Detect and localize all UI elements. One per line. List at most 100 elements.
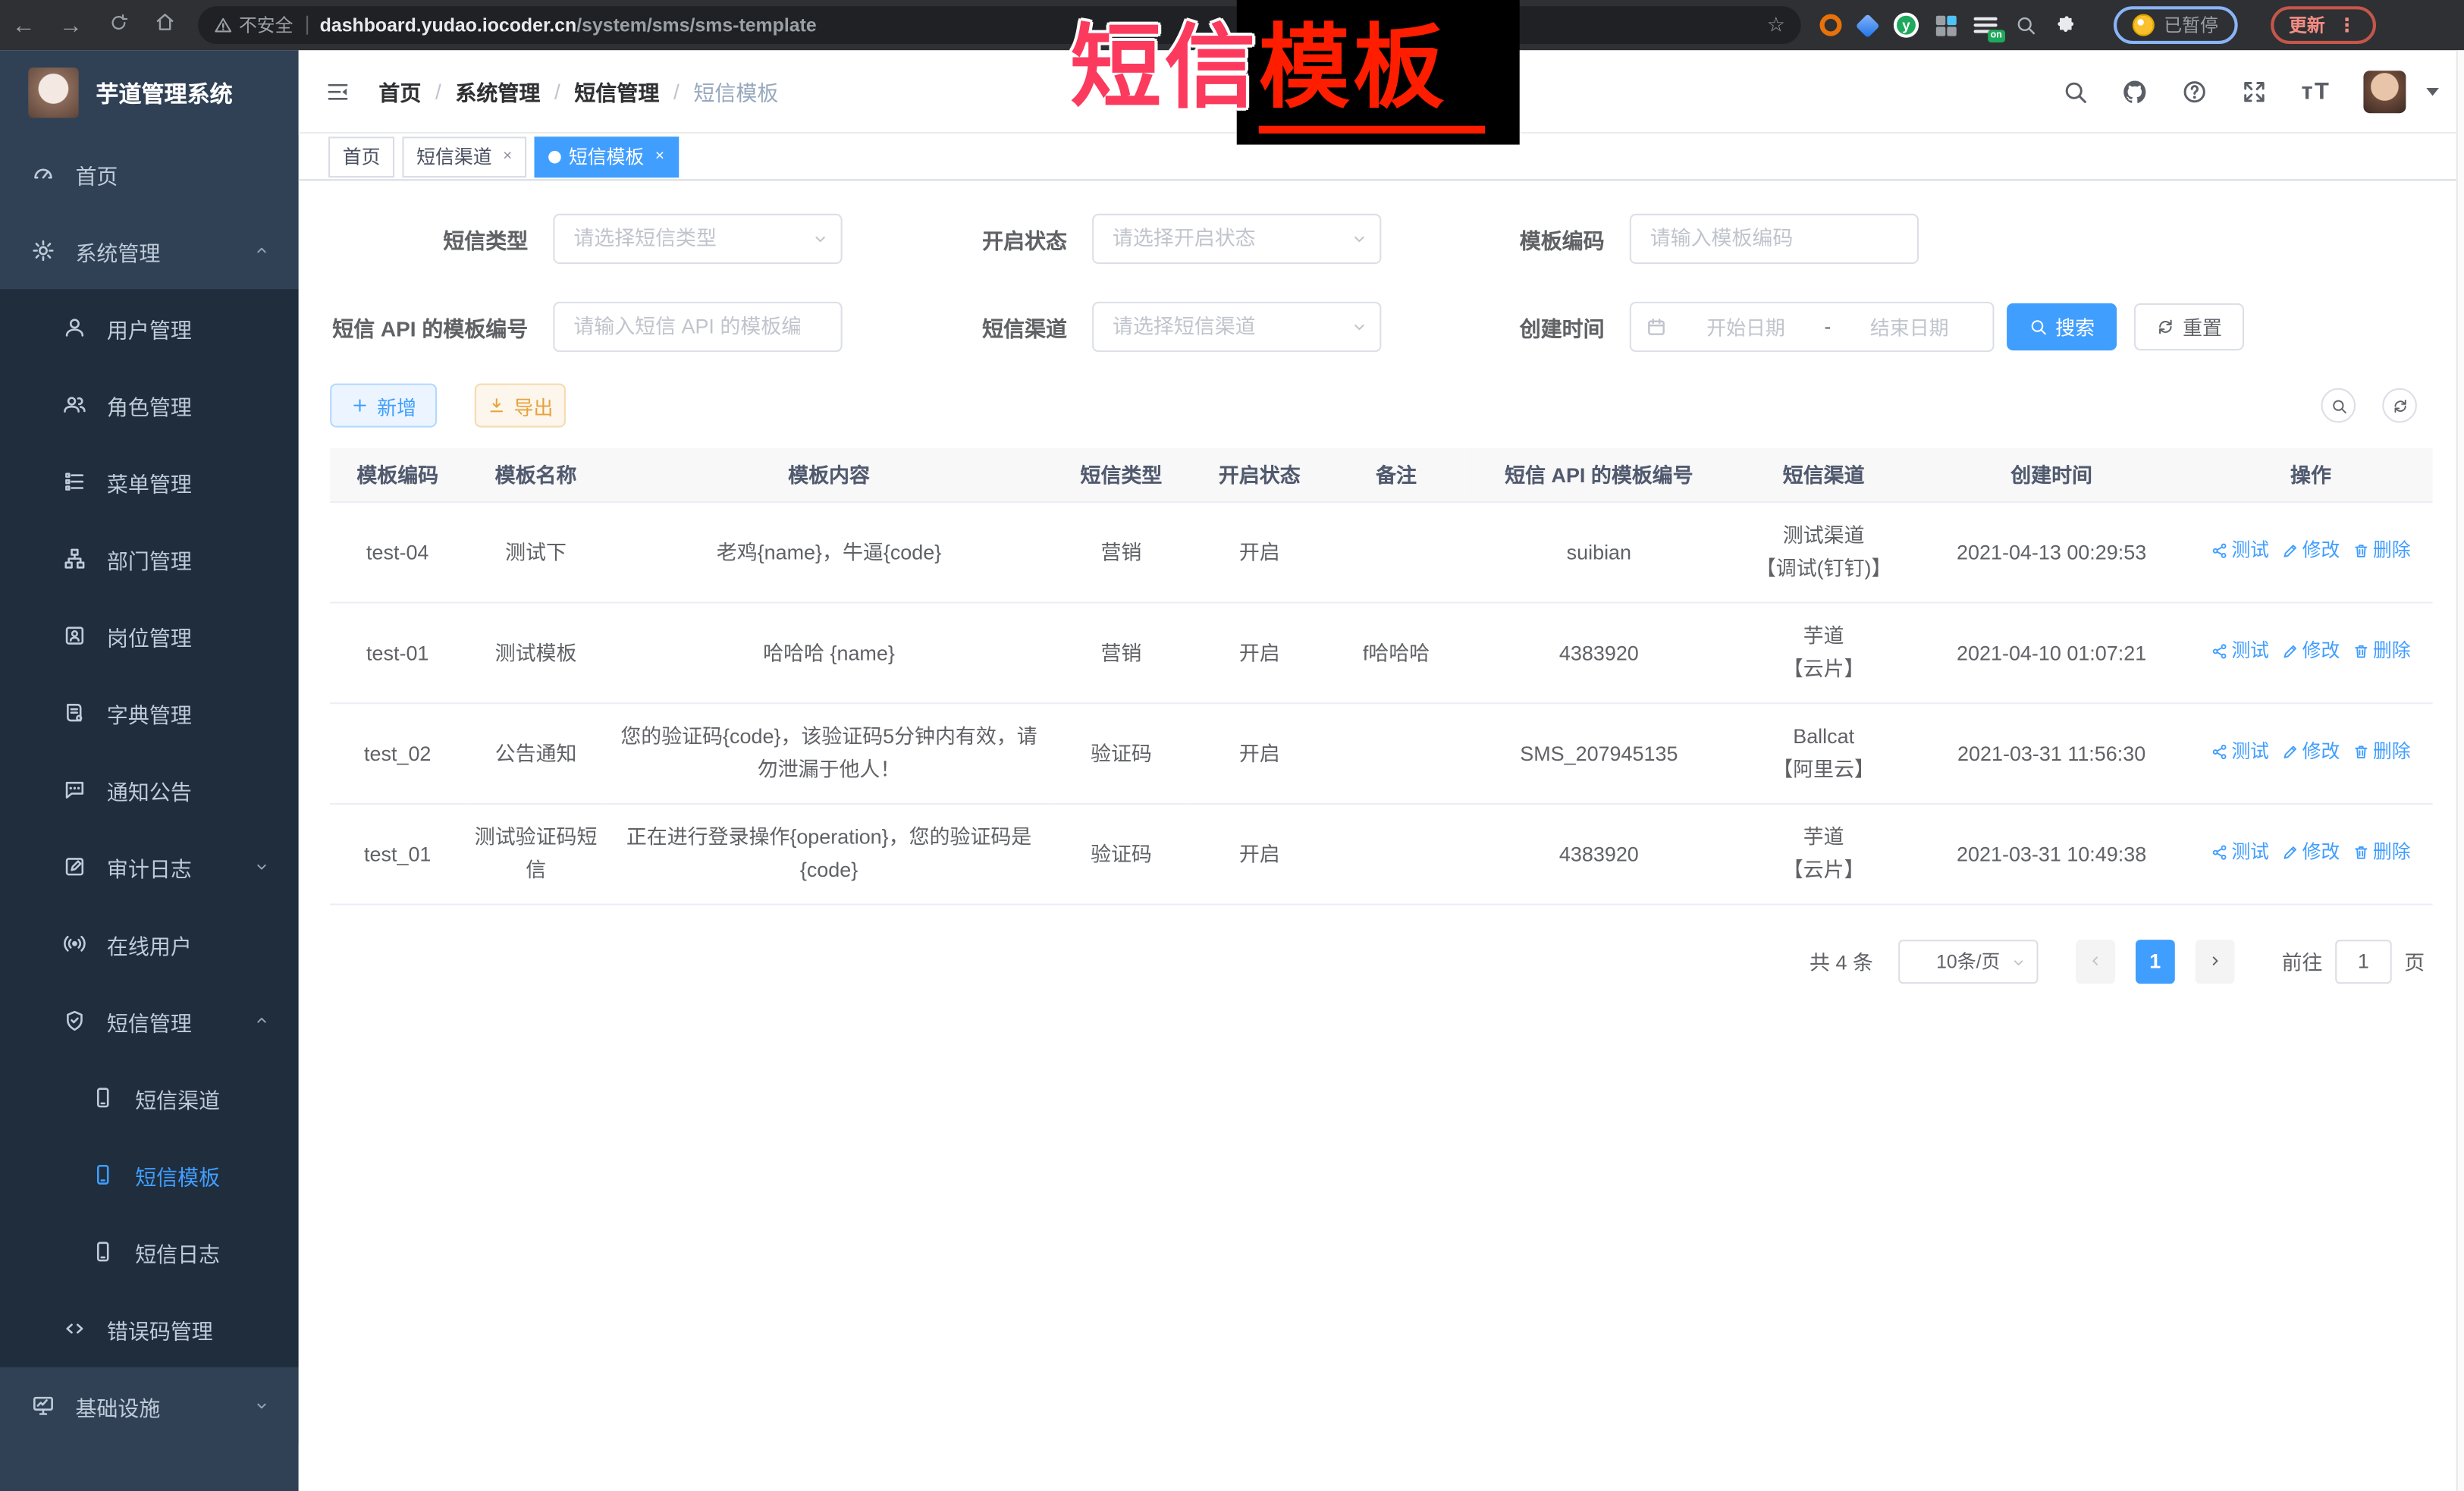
sidebar-item-label: 短信渠道 <box>135 1082 220 1113</box>
end-date-placeholder[interactable]: 结束日期 <box>1841 311 1979 341</box>
font-size-icon[interactable]: тT <box>2302 78 2331 105</box>
status-input[interactable] <box>1092 213 1381 263</box>
page-size-select[interactable]: 10条/页 <box>1898 939 2038 983</box>
sidebar-item-infrastructure[interactable]: 基础设施 <box>0 1367 299 1445</box>
add-button[interactable]: 新增 <box>330 384 437 428</box>
delete-action[interactable]: 删除 <box>2353 635 2411 668</box>
col-status: 开启状态 <box>1191 448 1328 501</box>
browser-back-icon[interactable]: ← <box>0 12 47 39</box>
api-template-id-input[interactable] <box>553 301 842 351</box>
sidebar-item-notices[interactable]: 通知公告 <box>0 751 299 828</box>
date-separator: - <box>1825 315 1832 337</box>
sidebar-item-online-users[interactable]: 在线用户 <box>0 906 299 983</box>
breadcrumb-item[interactable]: 系统管理 <box>455 75 540 106</box>
browser-forward-icon[interactable]: → <box>47 12 94 39</box>
test-action[interactable]: 测试 <box>2211 635 2269 668</box>
template-code-field[interactable] <box>1630 213 1919 263</box>
cell-created: 2021-04-10 01:07:21 <box>1914 602 2189 703</box>
extension-icon-magnifier[interactable] <box>2014 14 2036 36</box>
browser-home-icon[interactable] <box>141 11 188 39</box>
refresh-table-button[interactable] <box>2382 388 2417 423</box>
sidebar-item-users[interactable]: 用户管理 <box>0 289 299 366</box>
date-range-picker[interactable]: 开始日期 - 结束日期 <box>1630 301 1995 351</box>
sidebar-item-menus[interactable]: 菜单管理 <box>0 443 299 520</box>
api-template-id-field[interactable] <box>553 301 842 351</box>
sidebar-item-sms-channel[interactable]: 短信渠道 <box>0 1059 299 1137</box>
edit-action[interactable]: 修改 <box>2282 836 2340 869</box>
api-template-id-label: 短信 API 的模板编号 <box>330 310 528 341</box>
sidebar-item-departments[interactable]: 部门管理 <box>0 520 299 598</box>
channel-select[interactable] <box>1092 301 1381 351</box>
delete-action[interactable]: 删除 <box>2353 736 2411 769</box>
goto-page-input[interactable] <box>2335 939 2392 983</box>
extensions-puzzle-icon[interactable] <box>2054 14 2077 37</box>
sidebar-item-sms-log[interactable]: 短信日志 <box>0 1213 299 1291</box>
current-page-button[interactable]: 1 <box>2136 939 2175 983</box>
sidebar-item-home[interactable]: 首页 <box>0 135 299 212</box>
sidebar-item-positions[interactable]: 岗位管理 <box>0 597 299 674</box>
bookmark-star-icon[interactable]: ☆ <box>1767 13 1785 38</box>
extension-icon-y[interactable]: y <box>1894 13 1919 38</box>
sidebar-item-label: 基础设施 <box>75 1390 160 1421</box>
chevron-down-icon <box>811 228 830 247</box>
app-title: 芋道管理系统 <box>96 76 232 109</box>
test-action[interactable]: 测试 <box>2211 736 2269 769</box>
close-icon[interactable]: × <box>503 148 512 165</box>
delete-action[interactable]: 删除 <box>2353 535 2411 568</box>
breadcrumb-item[interactable]: 首页 <box>378 75 421 106</box>
collapse-sidebar-icon[interactable] <box>324 80 352 103</box>
sidebar-item-audit-log[interactable]: 审计日志 <box>0 828 299 906</box>
start-date-placeholder[interactable]: 开始日期 <box>1677 311 1815 341</box>
browser-reload-icon[interactable] <box>94 12 141 39</box>
status-select[interactable] <box>1092 213 1381 263</box>
update-button[interactable]: 更新 ⋮ <box>2270 6 2375 44</box>
security-warning[interactable]: 不安全 <box>214 13 293 38</box>
tag-home[interactable]: 首页 <box>328 136 394 177</box>
extension-icon-orange[interactable] <box>1819 14 1841 36</box>
extension-icon-grid[interactable] <box>1936 15 1957 36</box>
edit-action[interactable]: 修改 <box>2282 635 2340 668</box>
tag-sms-channel[interactable]: 短信渠道 × <box>402 136 526 177</box>
caret-down-icon[interactable] <box>2426 87 2439 95</box>
calendar-icon <box>1645 315 1667 337</box>
sidebar-item-error-codes[interactable]: 错误码管理 <box>0 1290 299 1367</box>
channel-input[interactable] <box>1092 301 1381 351</box>
tag-sms-template[interactable]: 短信模板 × <box>534 136 678 177</box>
sidebar-item-sms-template[interactable]: 短信模板 <box>0 1136 299 1213</box>
browser-menu-icon[interactable]: ⋮ <box>2337 14 2356 36</box>
user-avatar[interactable] <box>2363 70 2406 112</box>
sms-type-select[interactable] <box>553 213 842 263</box>
toggle-search-button[interactable] <box>2321 388 2356 423</box>
github-icon[interactable] <box>2122 78 2149 105</box>
edit-icon <box>2282 743 2299 761</box>
next-page-button[interactable] <box>2196 939 2235 983</box>
edit-action[interactable]: 修改 <box>2282 736 2340 769</box>
fullscreen-icon[interactable] <box>2242 78 2268 105</box>
delete-action[interactable]: 删除 <box>2353 836 2411 869</box>
export-button[interactable]: 导出 <box>475 384 566 428</box>
extension-icon-gem[interactable] <box>1856 13 1880 37</box>
topbar-icons: тT <box>2063 70 2439 112</box>
search-icon[interactable] <box>2063 78 2089 105</box>
template-code-input[interactable] <box>1630 213 1919 263</box>
address-bar[interactable]: 不安全 dashboard.yudao.iocoder.cn /system/s… <box>198 6 1801 44</box>
prev-page-button[interactable] <box>2076 939 2115 983</box>
test-action[interactable]: 测试 <box>2211 836 2269 869</box>
sms-type-input[interactable] <box>553 213 842 263</box>
test-action[interactable]: 测试 <box>2211 535 2269 568</box>
edit-action[interactable]: 修改 <box>2282 535 2340 568</box>
extension-icon-list-on[interactable]: on <box>1974 15 1998 36</box>
search-button[interactable]: 搜索 <box>2007 303 2117 350</box>
sidebar-item-sms[interactable]: 短信管理 <box>0 982 299 1059</box>
reset-button[interactable]: 重置 <box>2134 303 2244 350</box>
page-scrollbar[interactable] <box>2456 50 2464 1491</box>
breadcrumb-item[interactable]: 短信管理 <box>574 75 659 106</box>
sidebar-item-roles[interactable]: 角色管理 <box>0 366 299 444</box>
paused-badge[interactable]: 已暂停 <box>2114 6 2237 44</box>
cell-content: 老鸡{name}，牛逼{code} <box>607 501 1051 602</box>
sidebar-item-dictionary[interactable]: 字典管理 <box>0 674 299 752</box>
sidebar-item-system[interactable]: 系统管理 <box>0 212 299 290</box>
close-icon[interactable]: × <box>655 148 664 165</box>
help-icon[interactable] <box>2182 78 2208 105</box>
app-logo[interactable]: 芋道管理系统 <box>0 50 299 135</box>
